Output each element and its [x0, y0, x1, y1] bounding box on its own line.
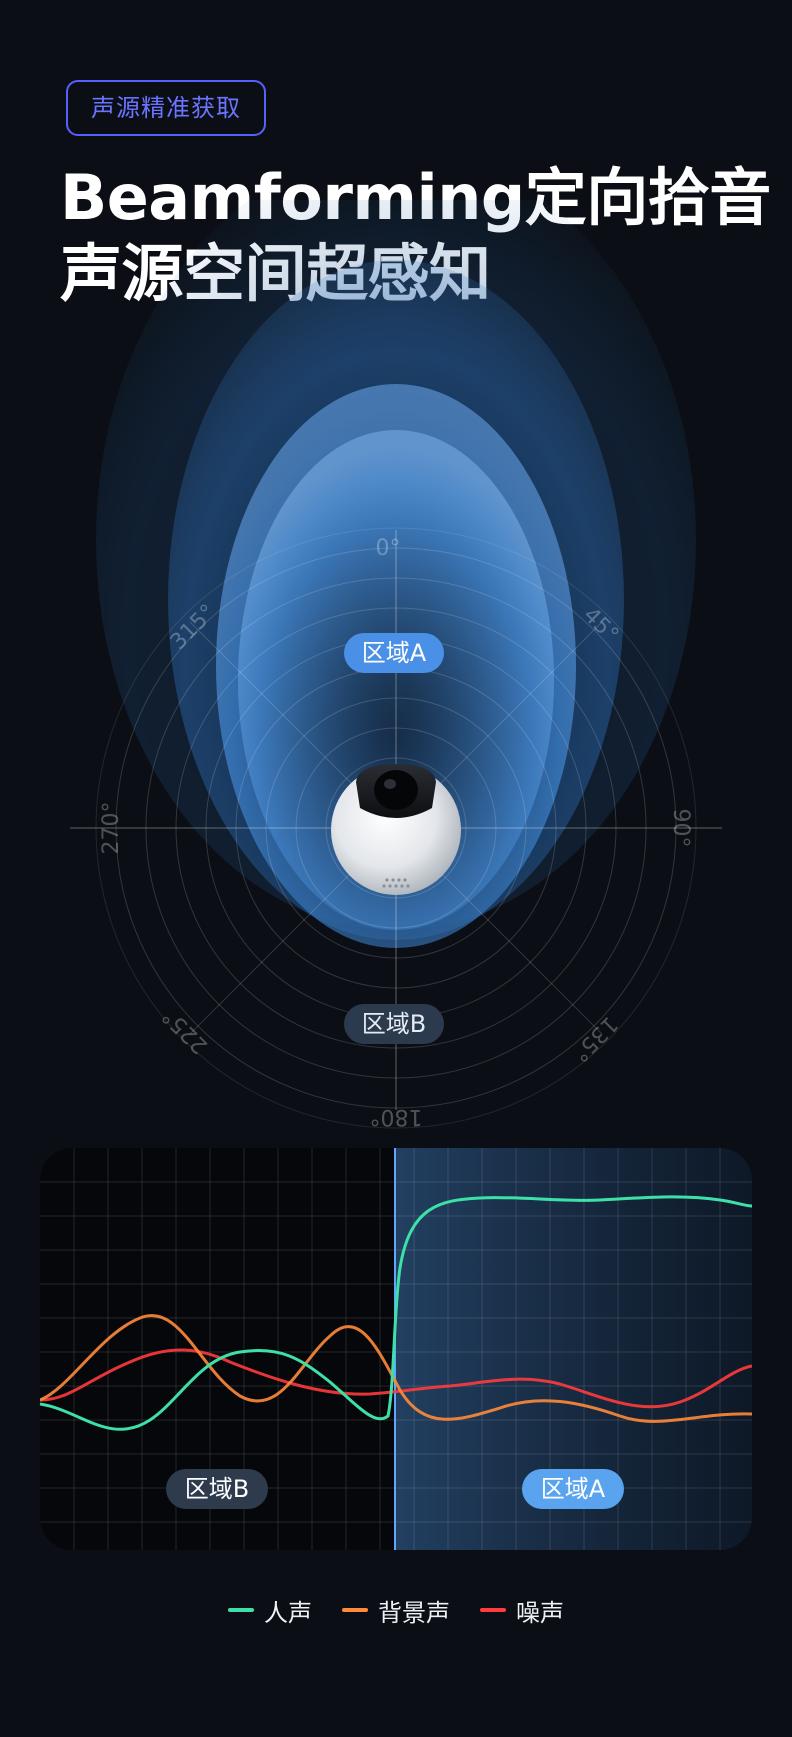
angle-label-0: 0°	[376, 536, 401, 561]
radar-zone-b-label: 区域B	[344, 1004, 444, 1044]
feature-badge: 声源精准获取	[66, 80, 266, 136]
waveform-zone-b-label: 区域B	[166, 1469, 268, 1509]
legend-swatch-voice	[228, 1608, 254, 1612]
waveform-zone-a-label: 区域A	[522, 1469, 624, 1509]
legend-label-noise: 噪声	[516, 1598, 564, 1627]
legend-item-background: 背景声	[342, 1593, 450, 1628]
angle-label-135: 135°	[567, 1011, 622, 1066]
legend-item-voice: 人声	[228, 1593, 312, 1628]
legend-swatch-noise	[480, 1608, 506, 1612]
legend-label-background: 背景声	[378, 1598, 450, 1627]
angle-label-180: 180°	[370, 1104, 423, 1129]
radar-zone-a-label: 区域A	[344, 633, 444, 673]
legend-item-noise: 噪声	[480, 1593, 564, 1628]
angle-label-225: 225°	[158, 1003, 213, 1058]
angle-label-90: 90°	[668, 809, 693, 848]
camera-device	[331, 764, 461, 895]
legend-label-voice: 人声	[264, 1598, 312, 1627]
waveform-chart	[40, 1148, 752, 1550]
waveform-legend: 人声 背景声 噪声	[0, 1590, 792, 1630]
legend-swatch-background	[342, 1608, 368, 1612]
waveform-panel	[40, 1148, 752, 1550]
angle-label-270: 270°	[99, 802, 124, 855]
